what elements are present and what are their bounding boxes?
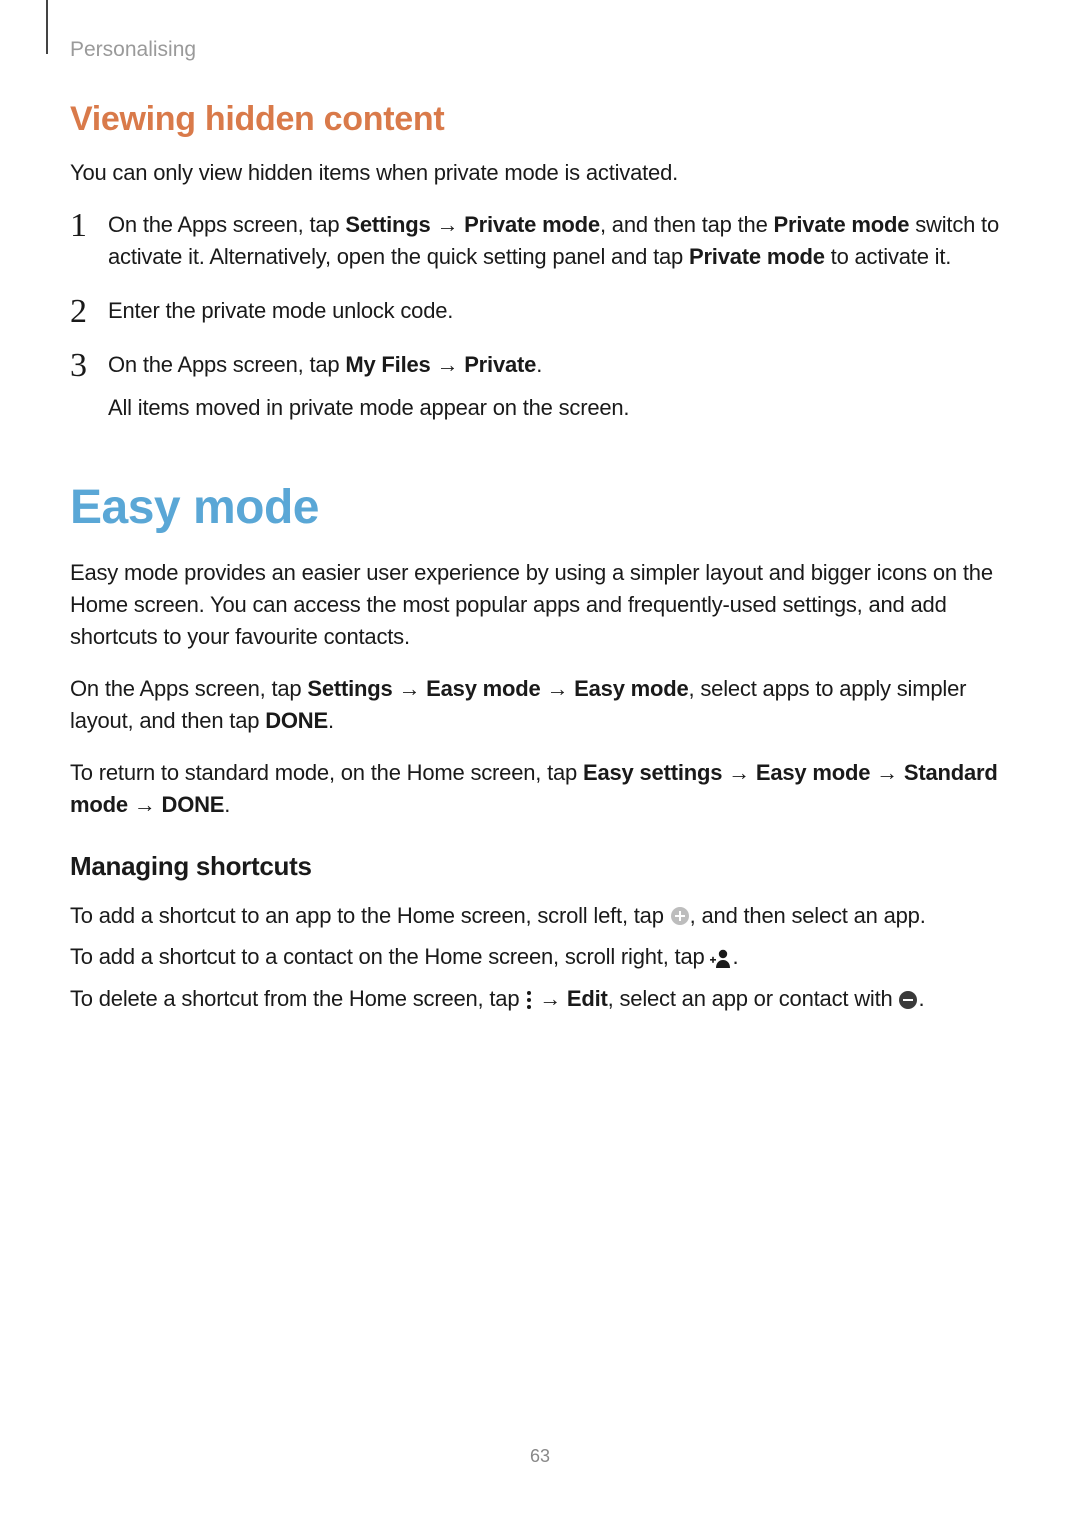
bold-term: Private [464,352,536,377]
step-number: 2 [70,287,87,336]
intro-text: You can only view hidden items when priv… [70,157,1010,189]
step-item: 1On the Apps screen, tap Settings → Priv… [70,209,1010,273]
bold-term: DONE [265,708,328,733]
steps-list: 1On the Apps screen, tap Settings → Priv… [70,209,1010,424]
easy-mode-paragraphs: Easy mode provides an easier user experi… [70,557,1010,820]
heading-easy-mode: Easy mode [70,480,1010,535]
step-after-text: All items moved in private mode appear o… [108,392,1010,424]
bold-term: Private mode [774,212,910,237]
step-text: On the Apps screen, tap My Files → Priva… [108,349,1010,381]
header-rule [46,0,48,54]
step-text: Enter the private mode unlock code. [108,295,1010,327]
bold-term: Easy settings [583,760,722,785]
heading-managing-shortcuts: Managing shortcuts [70,851,1010,882]
shortcut-paragraph: To delete a shortcut from the Home scree… [70,983,1010,1015]
bold-term: Edit [567,986,608,1011]
bold-term: My Files [345,352,430,377]
more-options-icon [525,990,533,1010]
plus-circle-icon [670,906,690,926]
document-page: Personalising Viewing hidden content You… [0,0,1080,1527]
paragraph: To return to standard mode, on the Home … [70,757,1010,821]
step-item: 3On the Apps screen, tap My Files → Priv… [70,349,1010,425]
bold-term: DONE [162,792,225,817]
bold-term: Private mode [464,212,600,237]
bold-term: Easy mode [426,676,540,701]
breadcrumb: Personalising [70,38,1010,62]
step-text: On the Apps screen, tap Settings → Priva… [108,209,1010,273]
shortcut-paragraph: To add a shortcut to an app to the Home … [70,900,1010,932]
bold-term: Settings [345,212,430,237]
page-number: 63 [0,1446,1080,1467]
heading-viewing-hidden-content: Viewing hidden content [70,100,1010,139]
step-number: 1 [70,201,87,250]
bold-term: Private mode [689,244,825,269]
bold-term: Easy mode [574,676,688,701]
bold-term: Easy mode [756,760,870,785]
paragraph: Easy mode provides an easier user experi… [70,557,1010,653]
bold-term: Settings [307,676,392,701]
minus-circle-icon [898,990,918,1010]
paragraph: On the Apps screen, tap Settings → Easy … [70,673,1010,737]
shortcut-paragraphs: To add a shortcut to an app to the Home … [70,900,1010,1016]
step-number: 3 [70,341,87,390]
add-contact-icon [710,948,732,968]
step-item: 2Enter the private mode unlock code. [70,295,1010,327]
shortcut-paragraph: To add a shortcut to a contact on the Ho… [70,941,1010,973]
